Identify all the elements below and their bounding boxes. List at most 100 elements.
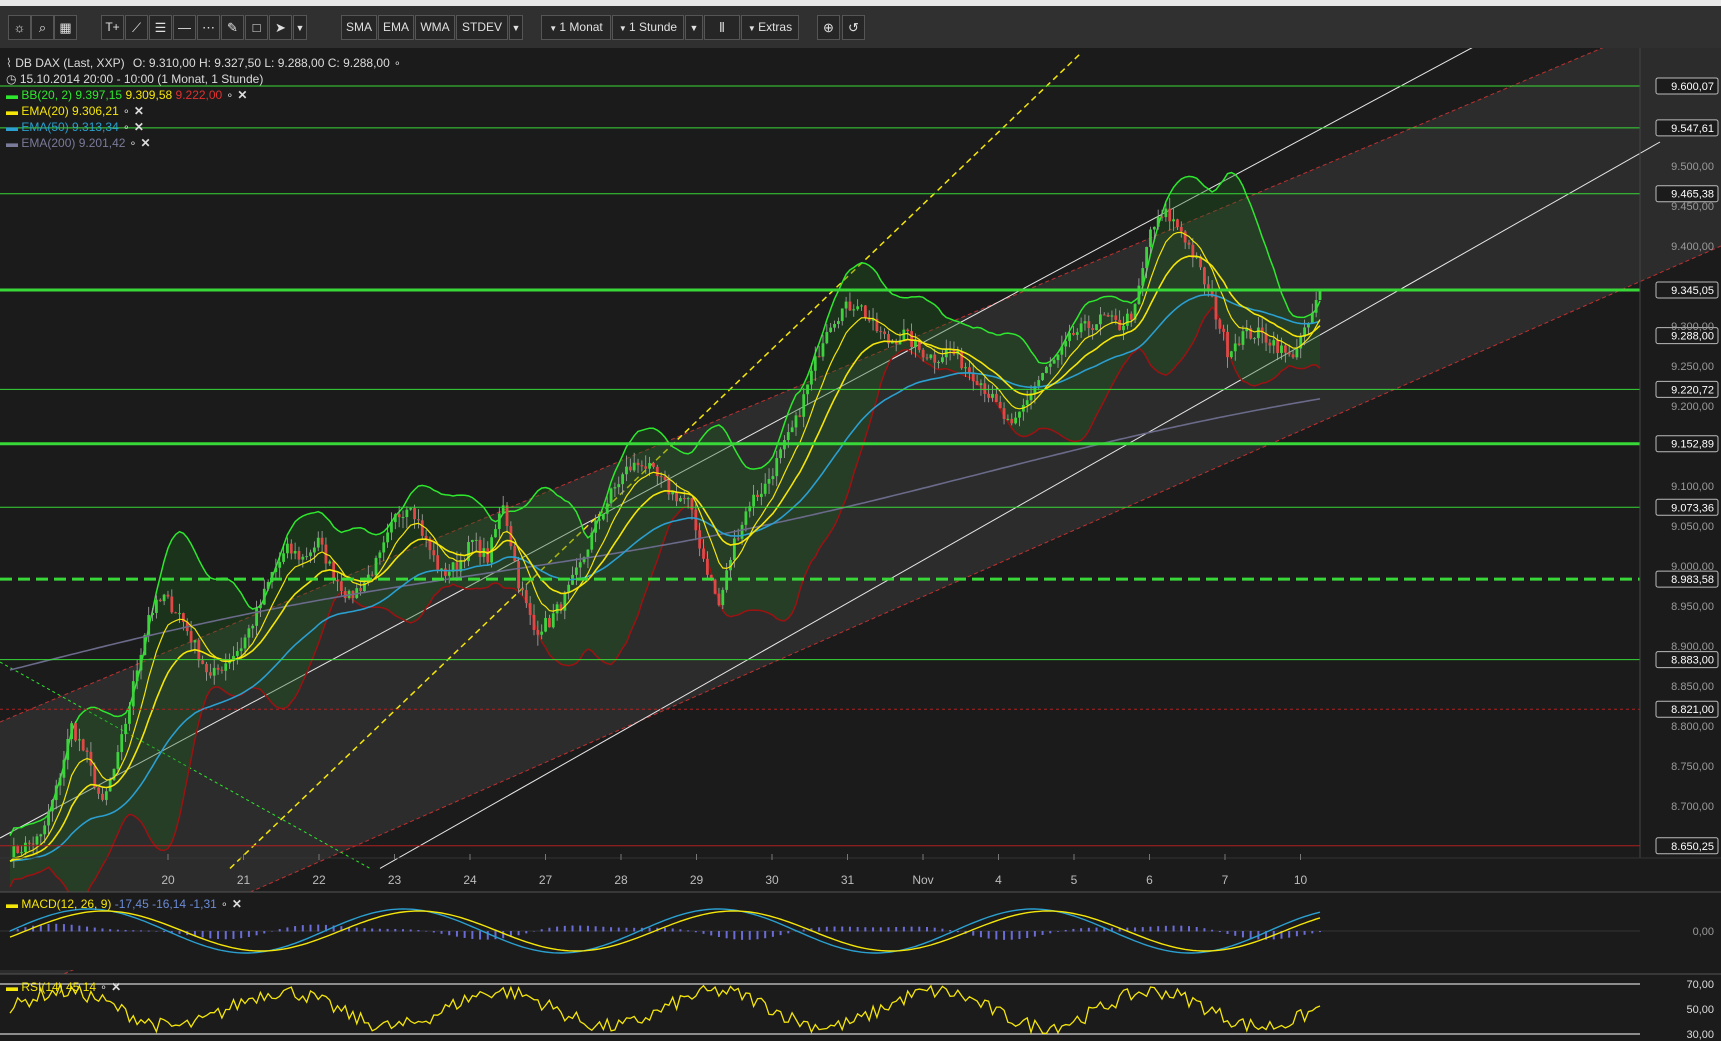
ema20-close-icon[interactable]: ✕: [134, 104, 144, 118]
extras-menu[interactable]: ▼ Extras: [741, 15, 799, 40]
macd-hist-bar: [355, 927, 358, 932]
candle-body: [62, 759, 66, 778]
macd-hist-bar: [687, 930, 690, 932]
price-chart[interactable]: 9.600,079.547,619.465,389.345,059.288,00…: [0, 48, 1721, 1041]
pen-icon[interactable]: ✎: [221, 15, 244, 40]
candle-body: [74, 723, 77, 741]
candle-body: [1091, 328, 1095, 331]
candle-body: [54, 785, 58, 801]
zoom-in-icon[interactable]: ⊕: [817, 15, 840, 40]
candle-body: [1172, 219, 1175, 222]
macd-hist-bar: [586, 925, 589, 932]
macd-settings-icon[interactable]: ⚬: [220, 900, 228, 911]
macd-hist-bar: [1134, 927, 1137, 932]
candle-body: [967, 367, 971, 373]
macd-hist-bar: [109, 929, 112, 932]
macd-hist-bar: [132, 930, 135, 932]
candle-type-icon[interactable]: ⫴: [704, 15, 740, 40]
x-tick-label: 20: [161, 873, 175, 887]
ema200-close-icon[interactable]: ✕: [141, 136, 151, 150]
candle-body: [802, 394, 806, 417]
macd-hist-bar: [155, 930, 158, 932]
search-icon[interactable]: ⌕: [31, 15, 54, 40]
trendline-icon[interactable]: ⟋: [125, 15, 148, 40]
candle-body: [1276, 340, 1280, 353]
candle-body: [235, 651, 239, 656]
candle-body: [613, 487, 617, 489]
bb-close-icon[interactable]: ✕: [237, 88, 247, 102]
ema-button[interactable]: EMA: [378, 15, 414, 40]
macd-hist-bar: [1141, 927, 1144, 932]
candle-body: [143, 634, 147, 656]
candle-body: [1141, 268, 1145, 286]
candle-body: [1125, 313, 1129, 326]
macd-hist-bar: [440, 931, 443, 934]
candle-body: [1256, 327, 1260, 339]
ema50-close-icon[interactable]: ✕: [134, 120, 144, 134]
macd-hist-bar: [163, 931, 166, 933]
sun-icon[interactable]: ☼: [8, 15, 31, 40]
candle-body: [987, 393, 991, 398]
candle-body: [1295, 348, 1299, 358]
candle-body: [1083, 321, 1087, 324]
macd-hist-bar: [602, 926, 605, 932]
candle-body: [979, 383, 983, 386]
macd-hist-bar: [1303, 931, 1306, 935]
candle-body: [1106, 314, 1110, 317]
fibonacci-icon[interactable]: ☰: [149, 15, 172, 40]
indicator-dropdown[interactable]: ▼: [509, 15, 523, 40]
y-tick-label: 9.250,00: [1671, 361, 1714, 373]
ema50-settings-icon[interactable]: ⚬: [122, 123, 130, 134]
macd-hist-bar: [841, 926, 844, 932]
candle-body: [1145, 246, 1149, 269]
rsi-settings-icon[interactable]: ⚬: [99, 983, 107, 994]
macd-hist-bar: [764, 931, 767, 939]
macd-hist-bar: [432, 931, 435, 933]
macd-hist-bar: [62, 924, 65, 932]
candle-body: [667, 479, 671, 495]
sma-button[interactable]: SMA: [341, 15, 377, 40]
arrow-icon[interactable]: ➤: [269, 15, 292, 40]
candle-body: [1156, 216, 1160, 227]
y-tick-label: 9.400,00: [1671, 241, 1714, 253]
candle-body: [786, 432, 790, 441]
grid-icon[interactable]: ▦: [54, 15, 77, 40]
candle-body: [486, 548, 490, 563]
macd-hist-bar: [748, 931, 751, 940]
candle-body: [655, 466, 659, 477]
legend-settings-icon[interactable]: ⚬: [393, 59, 401, 70]
rsi-close-icon[interactable]: ✕: [111, 980, 121, 994]
text-tool-icon[interactable]: T+: [101, 15, 124, 40]
interval-select[interactable]: ▼ 1 Stunde: [612, 15, 684, 40]
candle-body: [336, 580, 339, 582]
macd-hist-bar: [479, 931, 482, 940]
rsi-level-label: 30,00: [1686, 1029, 1714, 1041]
candle-body: [193, 640, 197, 643]
candle-body: [740, 524, 744, 539]
channel-icon[interactable]: ⋯: [197, 15, 220, 40]
macd-hist-bar: [617, 927, 620, 932]
candle-body: [1283, 345, 1287, 353]
stdev-button[interactable]: STDEV: [456, 15, 508, 40]
ema200-settings-icon[interactable]: ⚬: [129, 139, 137, 150]
bb-settings-icon[interactable]: ⚬: [226, 91, 234, 102]
candle-body: [540, 631, 544, 635]
wma-button[interactable]: WMA: [415, 15, 455, 40]
macd-hist-bar: [648, 927, 651, 932]
interval-dropdown[interactable]: ▼: [685, 15, 703, 40]
ema20-settings-icon[interactable]: ⚬: [122, 107, 130, 118]
macd-hist-bar: [887, 927, 890, 932]
candle-body: [43, 825, 47, 835]
legend-bb: ▬ BB(20, 2) 9.397,15 9.309,58 9.222,00 ⚬…: [6, 88, 247, 102]
horizontal-line-icon[interactable]: —: [173, 15, 196, 40]
chevron-down-icon[interactable]: ▼: [293, 15, 307, 40]
undo-icon[interactable]: ↺: [842, 15, 865, 40]
rectangle-icon[interactable]: □: [245, 15, 268, 40]
candle-body: [147, 615, 151, 635]
candle-body: [1037, 380, 1041, 387]
candle-body: [405, 509, 409, 518]
period-select[interactable]: ▼ 1 Monat: [541, 15, 611, 40]
macd-hist-bar: [756, 931, 759, 940]
macd-close-icon[interactable]: ✕: [232, 897, 242, 911]
candle-body: [494, 529, 497, 538]
